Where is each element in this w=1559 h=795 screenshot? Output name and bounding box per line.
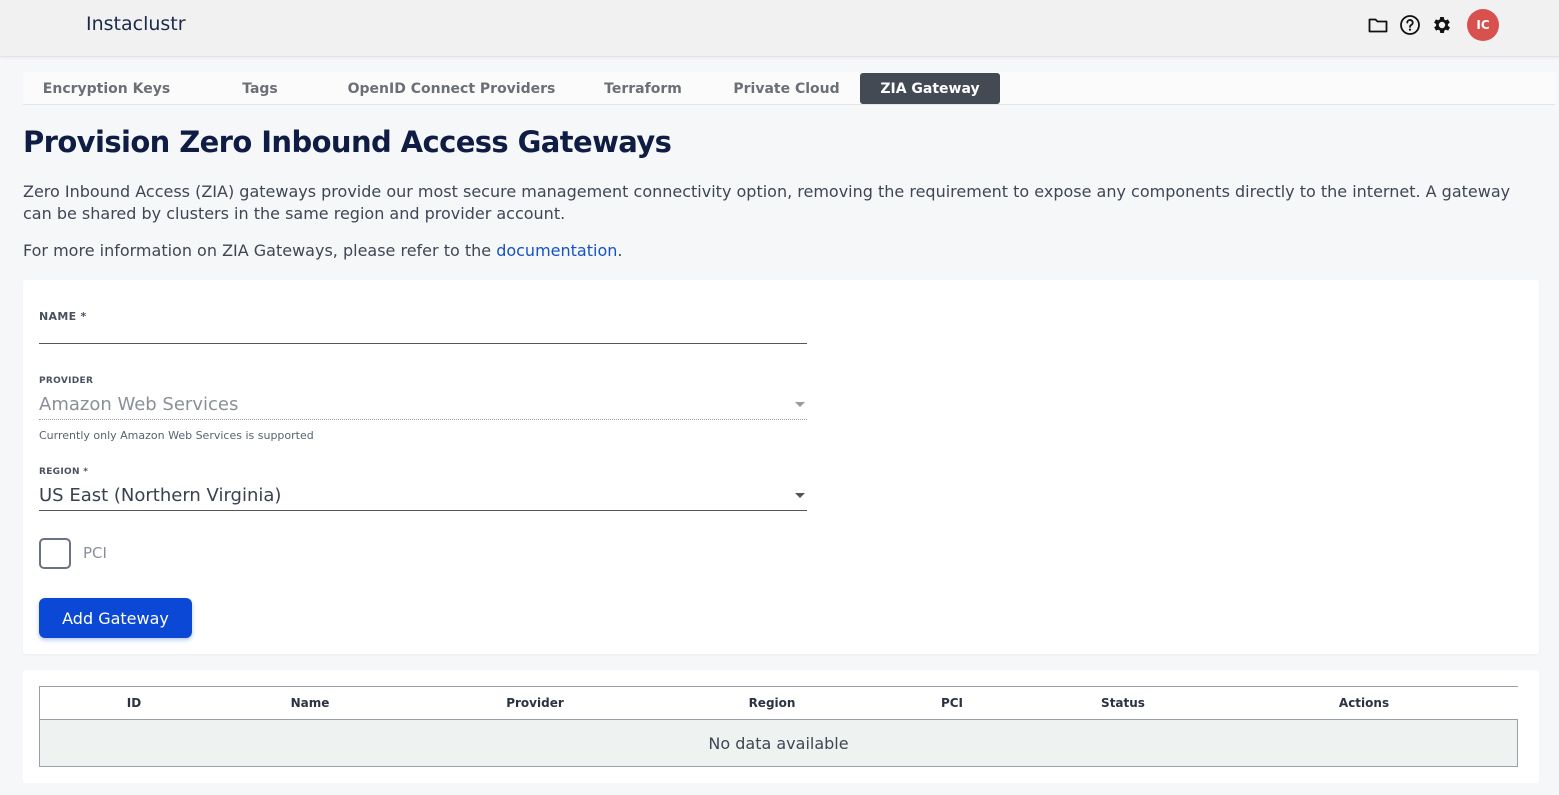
brand-name[interactable]: Instaclustr <box>86 13 186 35</box>
provider-hint: Currently only Amazon Web Services is su… <box>39 429 314 442</box>
page-description: Zero Inbound Access (ZIA) gateways provi… <box>23 182 1511 223</box>
add-gateway-button[interactable]: Add Gateway <box>39 598 192 638</box>
column-header-name[interactable]: Name <box>228 687 392 719</box>
provider-select[interactable]: Amazon Web Services <box>39 390 807 420</box>
tab-private-cloud[interactable]: Private Cloud <box>720 73 853 104</box>
top-navbar: Instaclustr IC <box>0 0 1559 57</box>
gear-icon[interactable] <box>1431 14 1453 36</box>
help-icon[interactable] <box>1399 14 1421 36</box>
gateways-table: ID Name Provider Region PCI Status Actio… <box>39 686 1518 767</box>
column-header-pci[interactable]: PCI <box>866 687 1038 719</box>
table-empty-state: No data available <box>39 719 1518 767</box>
column-header-id[interactable]: ID <box>40 687 228 719</box>
settings-tabs: Encryption Keys Tags OpenID Connect Prov… <box>23 72 1555 105</box>
column-header-provider[interactable]: Provider <box>392 687 678 719</box>
chevron-down-icon <box>795 493 805 498</box>
name-label: NAME * <box>39 310 87 323</box>
provider-value: Amazon Web Services <box>39 394 239 415</box>
region-value: US East (Northern Virginia) <box>39 485 282 506</box>
name-input[interactable] <box>39 324 807 344</box>
chevron-down-icon <box>795 402 805 407</box>
pci-label: PCI <box>83 544 107 562</box>
tab-zia-gateway[interactable]: ZIA Gateway <box>860 73 1000 104</box>
gateways-table-card: ID Name Provider Region PCI Status Actio… <box>23 670 1539 783</box>
provider-label: PROVIDER <box>39 376 94 386</box>
tab-tags[interactable]: Tags <box>216 73 304 104</box>
header-actions: IC <box>1367 9 1499 41</box>
region-label: REGION * <box>39 467 89 477</box>
pci-checkbox[interactable] <box>39 538 71 569</box>
more-info-text: For more information on ZIA Gateways, pl… <box>23 241 622 260</box>
region-select[interactable]: US East (Northern Virginia) <box>39 481 807 511</box>
folder-icon[interactable] <box>1367 14 1389 36</box>
table-header: ID Name Provider Region PCI Status Actio… <box>39 686 1518 719</box>
avatar[interactable]: IC <box>1467 9 1499 41</box>
tab-terraform[interactable]: Terraform <box>593 73 693 104</box>
column-header-status[interactable]: Status <box>1038 687 1208 719</box>
tab-openid-connect-providers[interactable]: OpenID Connect Providers <box>335 73 568 104</box>
documentation-link[interactable]: documentation <box>496 241 617 260</box>
gateway-form: NAME * PROVIDER Amazon Web Services Curr… <box>23 280 1539 654</box>
more-info-suffix: . <box>617 241 623 260</box>
column-header-actions: Actions <box>1338 696 1390 710</box>
column-header-region[interactable]: Region <box>678 687 866 719</box>
tab-encryption-keys[interactable]: Encryption Keys <box>23 73 190 104</box>
more-info-prefix: For more information on ZIA Gateways, pl… <box>23 241 497 260</box>
page-title: Provision Zero Inbound Access Gateways <box>23 125 672 159</box>
